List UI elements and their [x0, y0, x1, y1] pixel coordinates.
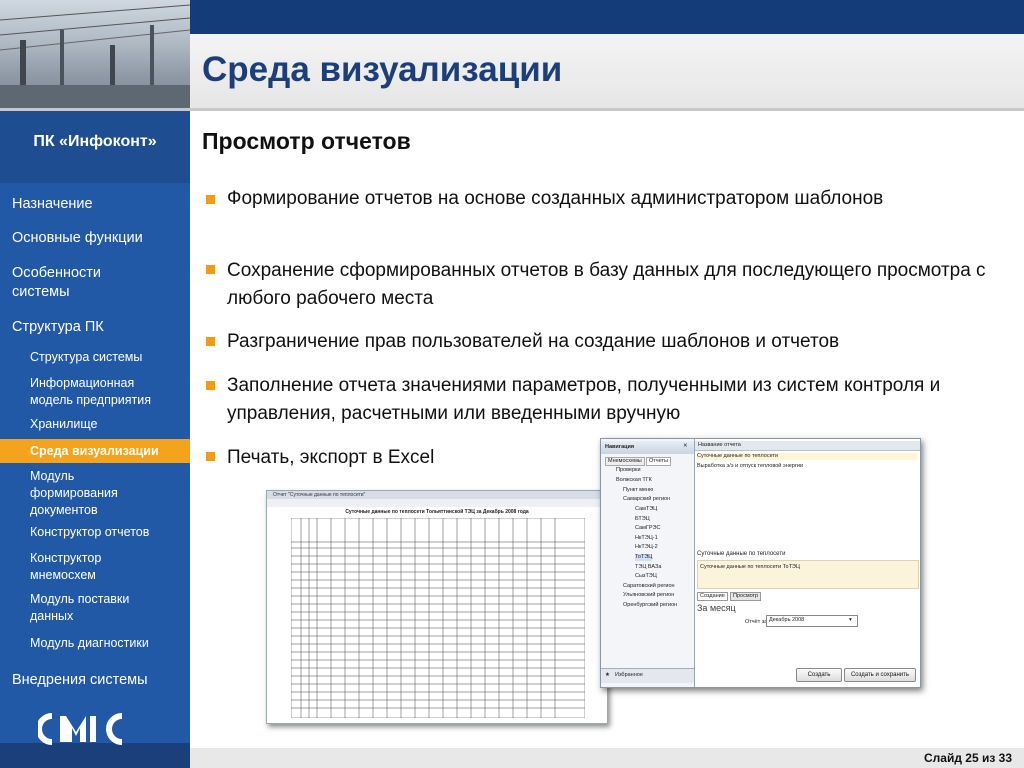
tree-item[interactable]: Саратовский регион [623, 583, 675, 590]
report-table-grid [291, 518, 585, 718]
bullet-marker [206, 265, 215, 274]
favorites-bar[interactable]: ★ Избранное [601, 668, 694, 683]
sidebar-item-purpose[interactable]: Назначение [12, 195, 93, 214]
period-label: За месяц [697, 603, 736, 613]
bullet-item: Формирование отчетов на основе созданных… [227, 188, 884, 209]
sidebar-item-diagnostics[interactable]: Модуль диагностики [30, 635, 149, 652]
tree-item[interactable]: Проверки [616, 467, 641, 474]
bullet-item: Разграничение прав пользователей на созд… [227, 331, 840, 352]
create-button[interactable]: Создать [796, 668, 842, 682]
star-icon: ★ [605, 672, 610, 678]
tab-view[interactable]: Просмотр [730, 592, 762, 601]
tree-item[interactable]: ТЭЦ ВАЗа [635, 564, 661, 571]
nav-header: Навигация ✕ [601, 441, 694, 454]
sidebar-item-system-structure[interactable]: Структура системы [30, 349, 142, 366]
reports-list-header: Название отчета [695, 441, 920, 451]
company-logo-icon [38, 713, 123, 745]
report-viewer-window: Навигация ✕ Мнемосхемы Отчеты Проверки В… [600, 438, 921, 688]
footer-bar [190, 748, 1024, 768]
tree-item[interactable]: БТЭЦ [635, 516, 650, 523]
tab-reports[interactable]: Отчеты [646, 457, 672, 466]
header-photo [0, 0, 190, 108]
report-name-column: Название отчета [698, 442, 741, 448]
report-description: Суточные данные по теплосети ТоТЭЦ [700, 564, 800, 570]
favorites-label: Избранное [615, 672, 643, 678]
report-preview-window: Отчет "Суточные данные по теплосети" Сут… [266, 490, 608, 724]
bullet-marker [206, 381, 215, 390]
tree-item[interactable]: Оренбургский регион [623, 602, 677, 609]
bullet-marker [206, 337, 215, 346]
top-bar [190, 0, 1024, 34]
tree-item-selected[interactable]: ТоТЭЦ [635, 554, 653, 561]
sidebar-item-mnemo-designer[interactable]: Конструктор мнемосхем [30, 550, 150, 584]
sidebar-item-visualization[interactable]: Среда визуализации [30, 443, 159, 460]
navigation-pane: Навигация ✕ Мнемосхемы Отчеты Проверки В… [601, 439, 695, 687]
tree-item[interactable]: Ульяновский регион [623, 592, 674, 599]
product-box: ПК «Инфоконт» [0, 111, 190, 183]
sidebar-item-report-designer[interactable]: Конструктор отчетов [30, 524, 149, 541]
tree-item[interactable]: Самарский регион [623, 496, 670, 503]
tab-mnemo[interactable]: Мнемосхемы [605, 457, 645, 466]
product-name: ПК «Инфоконт» [33, 133, 157, 150]
sidebar-item-main-functions[interactable]: Основные функции [12, 229, 143, 248]
report-list-item[interactable]: Выработка э/э и отпуск тепловой энергии [697, 463, 803, 470]
bullet-item: Сохранение сформированных отчетов в базу… [227, 260, 986, 309]
section-heading: Просмотр отчетов [202, 128, 411, 154]
tree-item[interactable]: СызТЭЦ [635, 573, 657, 580]
tree-item[interactable]: НкТЭЦ-2 [635, 544, 658, 551]
bullet-item: Печать, экспорт в Excel [227, 447, 435, 468]
tab-create[interactable]: Создание [697, 592, 728, 601]
tree-item[interactable]: Волжская ТГК [616, 477, 652, 484]
report-for-label: Отчёт за [745, 619, 768, 625]
sidebar-item-doc-module[interactable]: Модуль формирования документов [30, 468, 150, 519]
sidebar-item-structure[interactable]: Структура ПК [12, 318, 104, 337]
report-description-box: Суточные данные по теплосети ТоТЭЦ [697, 560, 919, 589]
bullet-marker [206, 195, 215, 204]
sidebar-item-deployments[interactable]: Внедрения системы [12, 671, 148, 690]
tree-item[interactable]: НкТЭЦ-1 [635, 535, 658, 542]
sidebar-item-data-supply[interactable]: Модуль поставки данных [30, 591, 160, 625]
pin-icon[interactable]: ✕ [683, 443, 688, 450]
sidebar-item-features[interactable]: Особенности системы [12, 264, 142, 302]
tree-item[interactable]: СамГРЭС [635, 525, 660, 532]
report-window-title: Отчет "Суточные данные по теплосети" [267, 491, 607, 499]
chevron-down-icon: ▾ [849, 617, 852, 623]
page-title: Среда визуализации [202, 50, 563, 89]
selected-report-title: Суточные данные по теплосети [697, 551, 786, 557]
report-toolbar [267, 499, 607, 507]
bullet-item: Заполнение отчета значениями параметров,… [227, 375, 941, 424]
month-value: Декабрь 2008 [769, 617, 805, 623]
report-list-item-selected[interactable]: Суточные данные по теплосети [697, 453, 917, 460]
create-and-save-button[interactable]: Создать и сохранить [844, 668, 916, 682]
power-line-photo-icon [0, 4, 190, 108]
bullet-marker [206, 452, 215, 461]
sidebar-item-info-model[interactable]: Информационная модель предприятия [30, 375, 180, 409]
tree-item[interactable]: СамТЭЦ [635, 506, 657, 513]
sidebar-item-storage[interactable]: Хранилище [30, 416, 98, 433]
nav-title: Навигация [605, 444, 635, 450]
tree-item[interactable]: Пункт меню [623, 487, 653, 494]
month-select[interactable]: Декабрь 2008 ▾ [766, 615, 858, 627]
slide-number: Слайд 25 из 33 [924, 751, 1012, 765]
report-table-title: Суточные данные по теплосети Тольяттинск… [345, 509, 529, 515]
